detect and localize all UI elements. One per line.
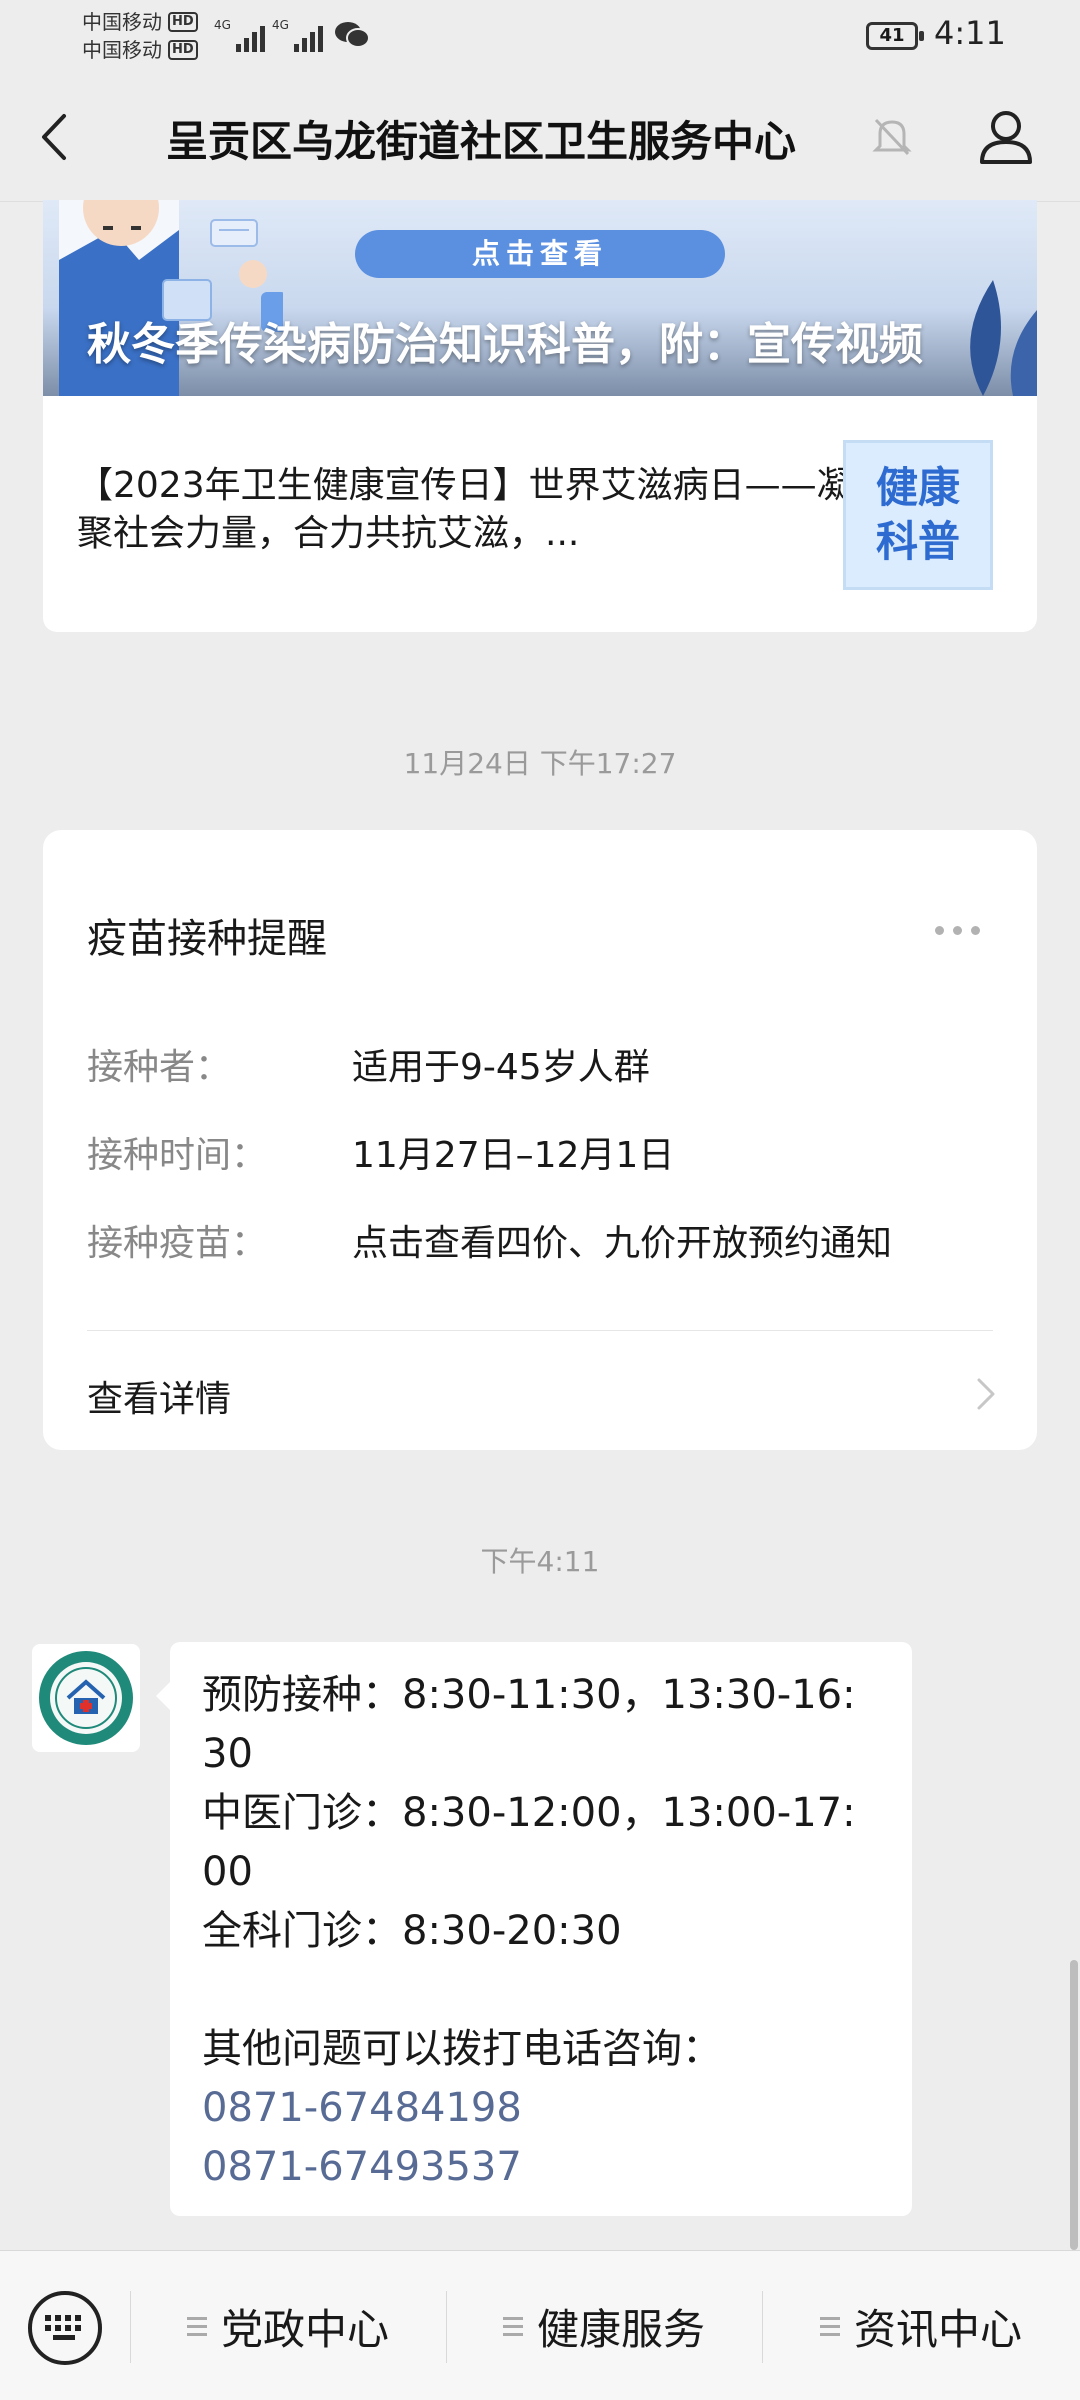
row-label: 接种疫苗： — [87, 1223, 268, 1264]
vaccine-reminder-card[interactable]: 疫苗接种提醒 接种者： 适用于9-45岁人群 接种时间： 11月27日–12月1… — [43, 830, 1037, 1450]
phone-link[interactable]: 0871-67493537 — [202, 2138, 880, 2197]
view-details-link[interactable]: 查看详情 — [87, 1370, 231, 1422]
message-line: 中医门诊：8:30-12:00，13:00-17:00 — [202, 1790, 856, 1895]
message-line: 预防接种：8:30-11:30，13:30-16:30 — [202, 1672, 856, 1777]
article-card[interactable]: 点击查看 秋冬季传染病防治知识科普，附：宣传视频 【2023年卫生健康宣传日】世… — [43, 200, 1037, 632]
avatar[interactable] — [32, 1644, 140, 1752]
battery-icon: 41 — [866, 22, 924, 50]
menu-list-icon — [819, 2316, 840, 2336]
row-label: 接种时间： — [87, 1135, 268, 1176]
wechat-icon — [335, 22, 370, 48]
scrollbar[interactable] — [1070, 1960, 1078, 2250]
network-type-2: 4G — [272, 18, 289, 32]
clock: 4:11 — [934, 14, 1006, 52]
mute-bell-icon — [872, 118, 912, 156]
thumbnail-text-1: 健康 — [875, 463, 960, 512]
menu-item-party-center[interactable]: 党政中心 — [130, 2251, 446, 2400]
nav-bar: 呈贡区乌龙街道社区卫生服务中心 — [0, 72, 1080, 202]
card-divider — [87, 1330, 993, 1331]
menu-list-icon — [502, 2316, 523, 2336]
hd-badge-2: HD — [168, 40, 198, 60]
row-value: 适用于9-45岁人群 — [352, 1047, 650, 1088]
keyboard-toggle-button[interactable] — [28, 2291, 102, 2365]
menu-item-news-center[interactable]: 资讯中心 — [762, 2251, 1080, 2400]
profile-icon[interactable] — [976, 106, 1036, 166]
menu-list-icon — [186, 2316, 207, 2336]
status-bar: 中国移动 HD 中国移动 HD 4G 4G 41 4:11 — [0, 0, 1080, 72]
back-arrow-icon[interactable] — [30, 102, 86, 172]
health-center-logo-icon — [39, 1651, 133, 1745]
message-bubble[interactable]: 预防接种：8:30-11:30，13:30-16:30 中医门诊：8:30-12… — [156, 1642, 912, 2216]
keyboard-icon — [45, 2315, 81, 2340]
card-title: 疫苗接种提醒 — [87, 916, 327, 962]
row-label: 接种者： — [87, 1047, 232, 1088]
signal-icon-2: 4G — [272, 18, 323, 52]
menu-item-label: 资讯中心 — [853, 2304, 1022, 2354]
chevron-right-icon[interactable] — [973, 1374, 997, 1414]
row-value: 点击查看四价、九价开放预约通知 — [352, 1223, 893, 1264]
article-banner[interactable]: 点击查看 秋冬季传染病防治知识科普，附：宣传视频 — [43, 200, 1037, 396]
banner-view-button[interactable]: 点击查看 — [355, 230, 725, 278]
phone-link[interactable]: 0871-67484198 — [202, 2079, 880, 2138]
signal-icon-1: 4G — [214, 18, 265, 52]
thumbnail-text-2: 科普 — [875, 517, 960, 566]
carrier-name-2: 中国移动 — [82, 38, 162, 62]
message-line: 全科门诊：8:30-20:30 — [202, 1908, 622, 1954]
network-type-1: 4G — [214, 18, 231, 32]
carrier-name-1: 中国移动 — [82, 10, 162, 34]
hd-badge-1: HD — [168, 12, 198, 32]
menu-item-label: 党政中心 — [220, 2304, 389, 2354]
sub-article-item[interactable]: 【2023年卫生健康宣传日】世界艾滋病日——凝聚社会力量，合力共抗艾滋，... … — [43, 396, 1037, 632]
more-options-icon[interactable] — [935, 926, 980, 935]
leaf-decoration — [970, 280, 1037, 396]
menu-item-label: 健康服务 — [536, 2304, 705, 2354]
sub-article-title[interactable]: 【2023年卫生健康宣传日】世界艾滋病日——凝聚社会力量，合力共抗艾滋，... — [77, 462, 857, 558]
sub-article-thumbnail[interactable]: 健康 科普 — [843, 440, 993, 590]
row-value: 11月27日–12月1日 — [352, 1135, 675, 1176]
message-line: 其他问题可以拨打电话咨询： — [202, 2026, 722, 2072]
timestamp: 下午4:11 — [480, 1545, 600, 1578]
menu-item-health-services[interactable]: 健康服务 — [446, 2251, 762, 2400]
banner-title[interactable]: 秋冬季传染病防治知识科普，附：宣传视频 — [87, 308, 923, 372]
bottom-menu: 党政中心 健康服务 资讯中心 — [0, 2250, 1080, 2400]
timestamp: 11月24日 下午17:27 — [403, 747, 677, 780]
carrier-info: 中国移动 HD 中国移动 HD — [82, 8, 198, 64]
page-title: 呈贡区乌龙街道社区卫生服务中心 — [166, 117, 797, 166]
